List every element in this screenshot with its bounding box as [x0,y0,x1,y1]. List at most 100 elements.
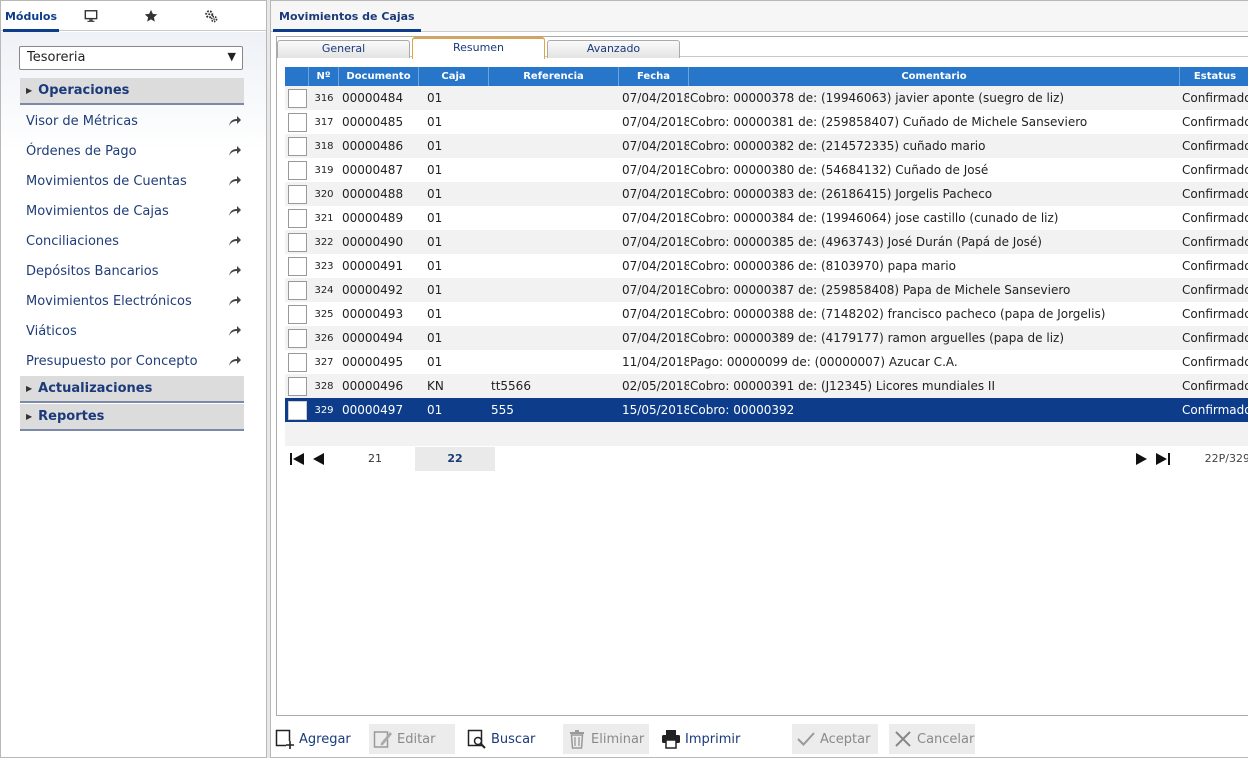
row-checkbox[interactable] [285,280,309,300]
cell-caja: 01 [427,331,443,345]
add-document-icon [275,729,294,749]
row-checkbox[interactable] [285,232,309,252]
section-operaciones[interactable]: ▶ Operaciones [20,78,244,105]
cell-estatus: Confirmado [1182,259,1248,273]
table-row[interactable]: 328 00000496 KN tt5566 02/05/2018 Cobro: 0000… [285,374,1248,398]
row-checkbox[interactable] [285,208,309,228]
cell-referencia: tt5566 [491,379,531,393]
table-row[interactable]: 320 00000488 01 07/04/2018 Cobro: 00000383 d… [285,182,1248,206]
header-caja[interactable]: Caja [419,67,489,86]
last-page-icon[interactable] [1155,452,1171,466]
header-estatus[interactable]: Estatus [1180,67,1248,86]
tab-favorites[interactable] [121,1,181,31]
table-row[interactable]: 321 00000489 01 07/04/2018 Cobro: 00000384 d… [285,206,1248,230]
table-row[interactable]: 326 00000494 01 07/04/2018 Cobro: 00000389 d… [285,326,1248,350]
tab-settings[interactable] [181,1,241,31]
current-page-number[interactable]: 22 [415,447,495,471]
menu-item-label: Presupuesto por Concepto [26,353,198,369]
table-row[interactable]: 319 00000487 01 07/04/2018 Cobro: 00000380 d… [285,158,1248,182]
tab-general[interactable]: General [277,40,410,58]
header-number[interactable]: Nº [309,67,339,86]
row-checkbox[interactable] [285,256,309,276]
cell-estatus: Confirmado [1182,355,1248,369]
menu-item-label: Movimientos de Cajas [26,203,169,219]
cell-documento: 00000492 [342,283,404,297]
table-row[interactable]: 316 00000484 01 07/04/2018 Cobro: 00000378 d… [285,86,1248,110]
menu-item-label: Movimientos de Cuentas [26,173,187,189]
menu-item-visor-metricas[interactable]: Visor de Métricas [26,106,242,136]
header-documento[interactable]: Documento [339,67,419,86]
table-row[interactable]: 329 00000497 01 555 15/05/2018 Cobro: 0000039… [285,398,1248,422]
cell-caja: KN [427,379,444,393]
tab-avanzado[interactable]: Avanzado [547,40,680,58]
prev-page-icon[interactable] [311,452,327,466]
menu-item-movimientos-cajas[interactable]: Movimientos de Cajas [26,196,242,226]
first-page-icon[interactable] [289,452,305,466]
main-window: Movimientos de Cajas General Resumen Ava… [270,0,1248,758]
cell-fecha: 07/04/2018 [622,331,689,345]
cell-estatus: Confirmado [1182,331,1248,345]
cell-documento: 00000495 [342,355,404,369]
cell-documento: 00000493 [342,307,404,321]
table-row[interactable]: 318 00000486 01 07/04/2018 Cobro: 00000382 d… [285,134,1248,158]
cell-number: 320 [314,188,334,200]
menu-item-depositos-bancarios[interactable]: Depósitos Bancarios [26,256,242,286]
page-number[interactable]: 21 [335,447,415,471]
add-button[interactable]: Agregar [275,724,365,754]
cell-number: 323 [314,260,334,272]
row-checkbox[interactable] [285,184,309,204]
edit-button[interactable]: Editar [369,724,455,754]
menu-item-movimientos-cuentas[interactable]: Movimientos de Cuentas [26,166,242,196]
row-checkbox[interactable] [285,160,309,180]
cell-caja: 01 [427,139,443,153]
menu-item-presupuesto-concepto[interactable]: Presupuesto por Concepto [26,346,242,376]
module-select-value: Tesoreria [27,50,86,65]
header-referencia[interactable]: Referencia [489,67,619,86]
table-row[interactable]: 325 00000493 01 07/04/2018 Cobro: 00000388 d… [285,302,1248,326]
cell-estatus: Confirmado [1182,211,1248,225]
row-checkbox[interactable] [285,112,309,132]
records-grid: Nº Documento Caja Referencia Fecha Comen… [285,67,1248,446]
menu-item-viaticos[interactable]: Viáticos [26,316,242,346]
table-row[interactable]: 322 00000490 01 07/04/2018 Cobro: 00000385 d… [285,230,1248,254]
search-button[interactable]: Buscar [467,724,557,754]
section-reportes[interactable]: ▶ Reportes [20,404,244,431]
row-checkbox[interactable] [285,304,309,324]
grid-empty-row [285,422,1248,446]
star-icon [144,9,158,22]
header-comentario[interactable]: Comentario [689,67,1180,86]
cell-fecha: 11/04/2018 [622,355,689,369]
menu-item-movimientos-electronicos[interactable]: Movimientos Electrónicos [26,286,242,316]
cancel-button[interactable]: Cancelar [889,724,975,754]
delete-button[interactable]: Eliminar [563,724,649,754]
menu-item-conciliaciones[interactable]: Conciliaciones [26,226,242,256]
tab-resumen[interactable]: Resumen [412,37,545,59]
print-button[interactable]: Imprimir [661,724,751,754]
table-row[interactable]: 324 00000492 01 07/04/2018 Cobro: 00000387 d… [285,278,1248,302]
menu-item-ordenes-pago[interactable]: Órdenes de Pago [26,136,242,166]
table-row[interactable]: 323 00000491 01 07/04/2018 Cobro: 00000386 d… [285,254,1248,278]
module-select[interactable]: Tesoreria ▼ [19,46,243,70]
table-row[interactable]: 317 00000485 01 07/04/2018 Cobro: 00000381 d… [285,110,1248,134]
cell-caja: 01 [427,187,443,201]
row-checkbox[interactable] [285,328,309,348]
header-fecha[interactable]: Fecha [619,67,689,86]
window-title-tab[interactable]: Movimientos de Cajas [273,3,421,32]
accept-button[interactable]: Aceptar [792,724,878,754]
row-checkbox[interactable] [285,352,309,372]
add-button-label: Agregar [299,731,351,747]
row-checkbox[interactable] [285,88,309,108]
tab-desktop[interactable] [61,1,121,31]
row-checkbox[interactable] [285,400,309,420]
cell-fecha: 07/04/2018 [622,211,689,225]
modules-body: Tesoreria ▼ ▶ Operaciones Visor de Métric… [1,32,266,757]
cell-number: 318 [314,140,334,152]
row-checkbox[interactable] [285,376,309,396]
section-actualizaciones[interactable]: ▶ Actualizaciones [20,376,244,403]
tab-modules[interactable]: Módulos [1,1,61,32]
row-checkbox[interactable] [285,136,309,156]
next-page-icon[interactable] [1133,452,1149,466]
section-label: Reportes [38,409,105,424]
table-row[interactable]: 327 00000495 01 11/04/2018 Pago: 00000099 de… [285,350,1248,374]
cell-caja: 01 [427,307,443,321]
